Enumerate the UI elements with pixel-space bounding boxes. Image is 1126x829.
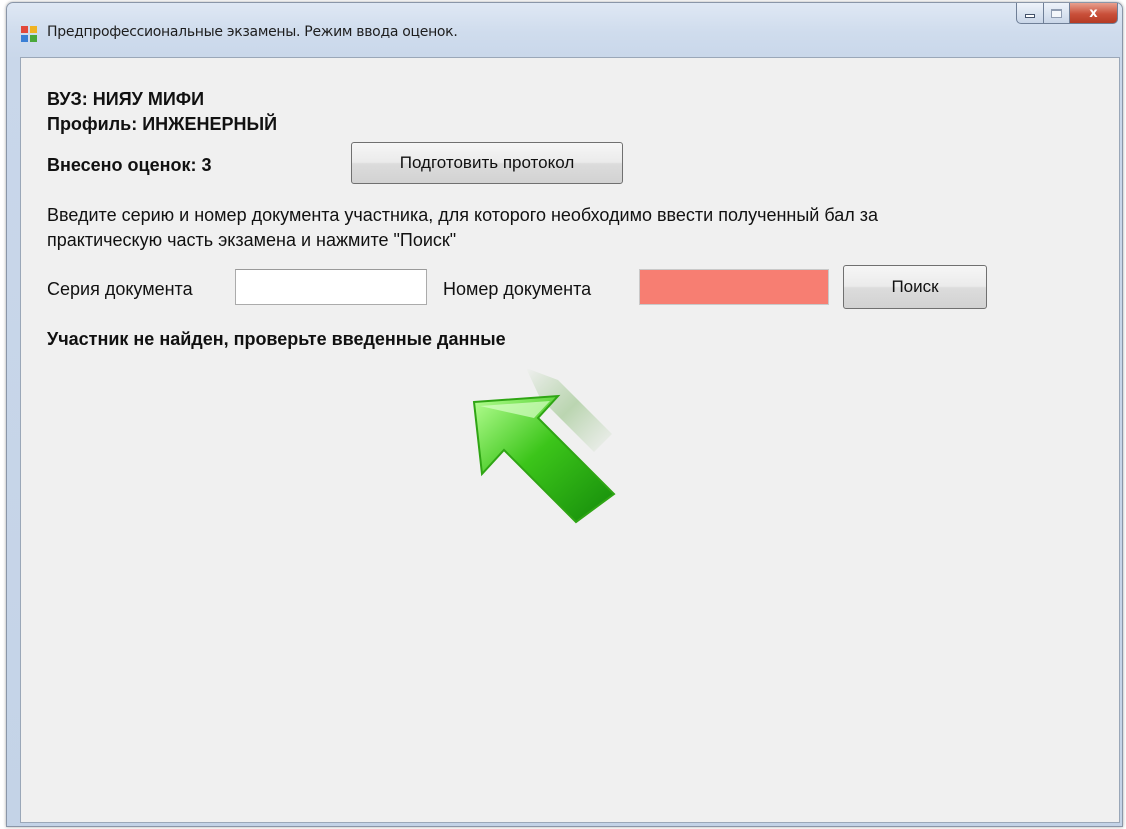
form-client-area: ВУЗ: НИЯУ МИФИ Профиль: ИНЖЕНЕРНЫЙ Внесе… [20, 57, 1120, 823]
search-button[interactable]: Поиск [843, 265, 987, 309]
minimize-icon [1025, 14, 1035, 18]
close-button[interactable]: x [1070, 3, 1118, 24]
series-input[interactable] [235, 269, 427, 305]
instructions-line-1: Введите серию и номер документа участник… [47, 205, 879, 225]
application-window: Предпрофессиональные экзамены. Режим вво… [6, 2, 1123, 827]
caption-buttons: x [1016, 3, 1118, 25]
maximize-icon [1051, 8, 1062, 18]
title-bar[interactable]: Предпрофессиональные экзамены. Режим вво… [7, 3, 1122, 57]
minimize-button[interactable] [1016, 3, 1044, 24]
number-input[interactable] [639, 269, 829, 305]
grades-entered-label: Внесено оценок: 3 [47, 155, 212, 175]
university-label: ВУЗ: НИЯУ МИФИ [47, 89, 205, 109]
profile-label: Профиль: ИНЖЕНЕРНЫЙ [47, 114, 278, 134]
close-icon: x [1089, 5, 1098, 21]
app-icon [21, 26, 37, 42]
number-label: Номер документа [443, 279, 592, 299]
pointer-arrow-icon [472, 368, 616, 524]
series-label: Серия документа [47, 279, 193, 299]
window-title: Предпрофессиональные экзамены. Режим вво… [47, 24, 458, 40]
prepare-protocol-button[interactable]: Подготовить протокол [351, 142, 623, 184]
maximize-button[interactable] [1044, 3, 1070, 24]
status-message: Участник не найден, проверьте введенные … [47, 329, 506, 349]
instructions-line-2: практическую часть экзамена и нажмите "П… [47, 230, 457, 250]
